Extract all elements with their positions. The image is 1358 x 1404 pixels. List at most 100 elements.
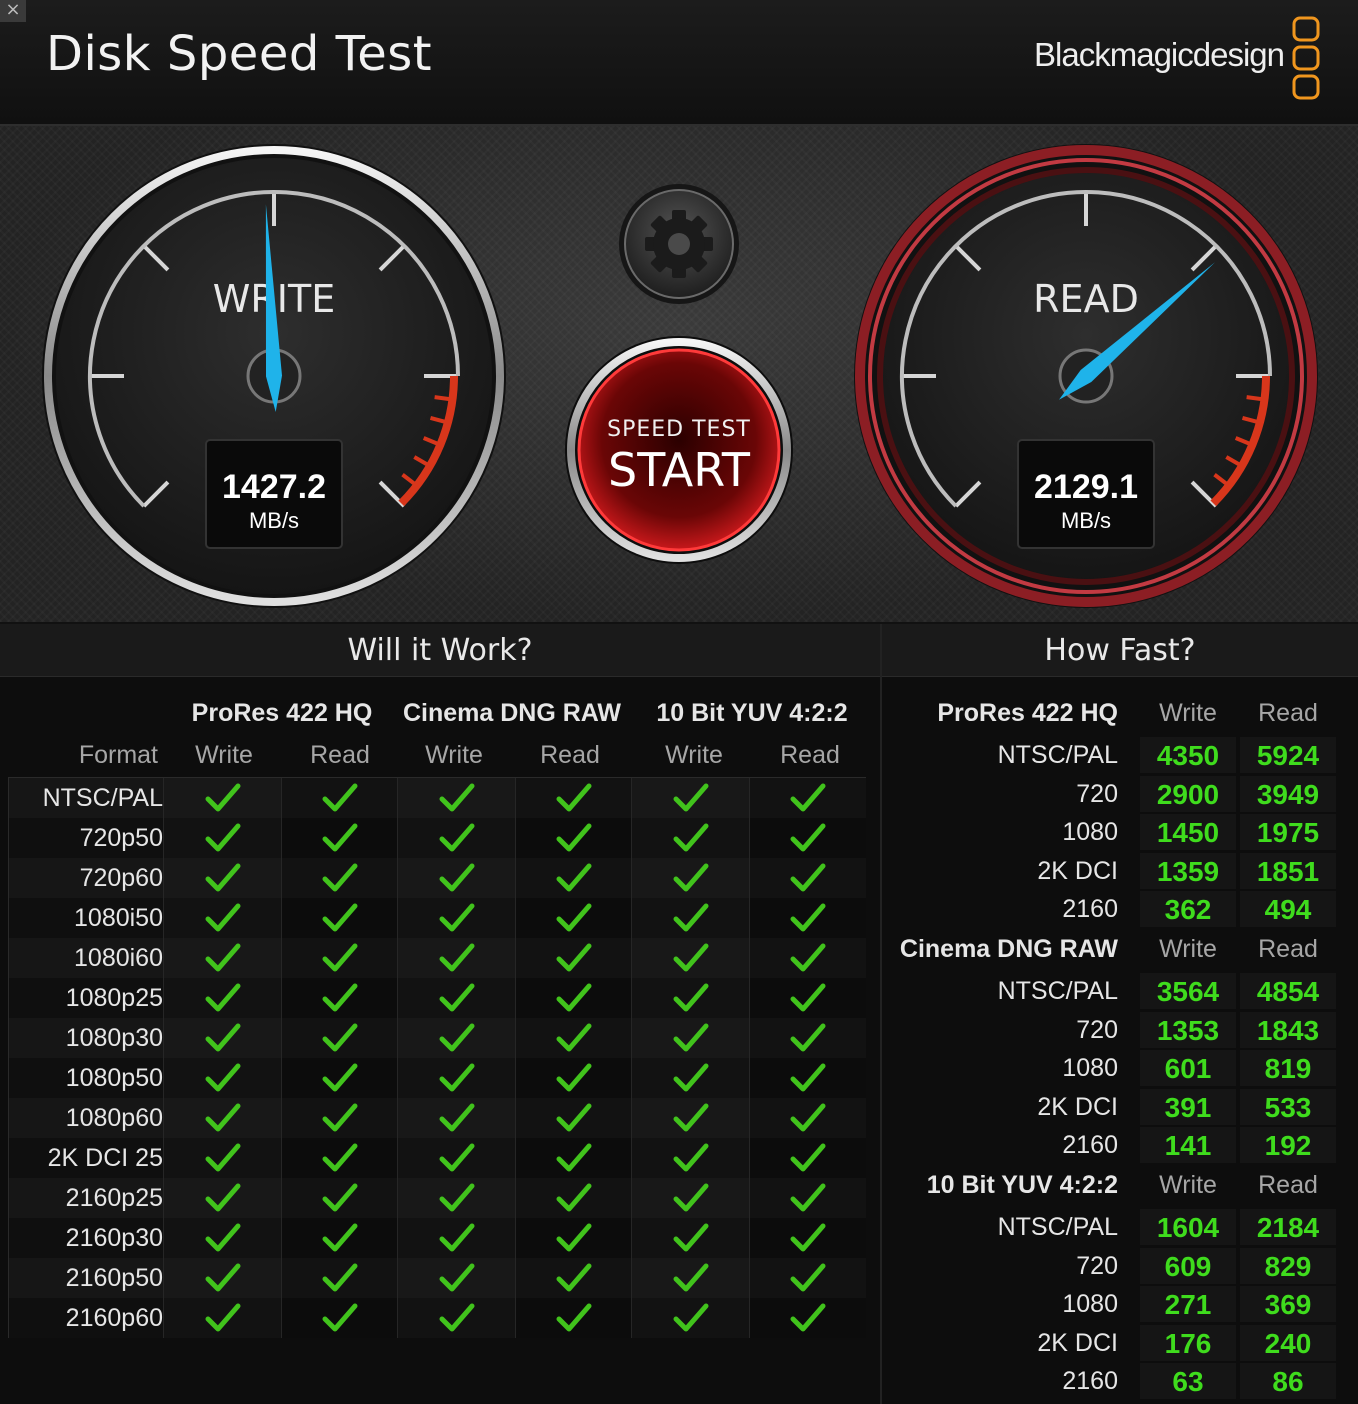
hf-row-label: NTSC/PAL xyxy=(997,1213,1118,1241)
check-icon xyxy=(439,903,475,932)
check-icon xyxy=(790,783,826,812)
check-icon xyxy=(673,983,709,1012)
format-label: 2K DCI 25 xyxy=(47,1144,163,1172)
hf-read-value: 1975 xyxy=(1240,814,1336,850)
ww-group-cdng: Cinema DNG RAW xyxy=(402,699,622,727)
settings-button[interactable] xyxy=(619,184,739,304)
table-row: 2160p50 xyxy=(9,1258,866,1298)
format-label: 720p60 xyxy=(79,864,163,892)
hf-read-value: 1851 xyxy=(1240,852,1336,889)
compat-cell xyxy=(631,978,750,1018)
check-icon xyxy=(556,1143,592,1172)
check-icon xyxy=(790,863,826,892)
compat-cell xyxy=(515,1058,632,1098)
ww-yuv-write-header: Write xyxy=(665,741,723,769)
check-icon xyxy=(673,1063,709,1092)
check-icon xyxy=(322,1103,358,1132)
check-icon xyxy=(439,1303,475,1332)
read-speed-unit: MB/s xyxy=(1061,508,1111,533)
check-icon xyxy=(790,823,826,852)
compat-cell xyxy=(515,1298,632,1338)
hf-row-label: 2K DCI xyxy=(1037,1092,1118,1121)
compat-cell xyxy=(631,1298,750,1338)
check-icon xyxy=(439,983,475,1012)
check-icon xyxy=(556,1183,592,1212)
check-icon xyxy=(322,863,358,892)
compat-cell xyxy=(397,1218,516,1258)
check-icon xyxy=(790,1063,826,1092)
check-icon xyxy=(673,863,709,892)
check-icon xyxy=(205,903,241,932)
compat-cell xyxy=(163,818,282,858)
compat-cell xyxy=(163,1298,282,1338)
app-title: Disk Speed Test xyxy=(46,26,433,82)
check-icon xyxy=(673,1143,709,1172)
compat-cell xyxy=(749,818,866,858)
compat-cell xyxy=(397,978,516,1018)
compat-cell xyxy=(749,1098,866,1138)
start-button-label: START xyxy=(608,443,751,497)
hf-read-header: Read xyxy=(1258,699,1318,727)
how-fast-header: How Fast? xyxy=(882,624,1358,677)
close-button[interactable]: × xyxy=(0,0,26,22)
brand-name: Blackmagicdesign xyxy=(1034,36,1285,73)
compat-cell xyxy=(631,1018,750,1058)
check-icon xyxy=(205,943,241,972)
hf-write-value: 1450 xyxy=(1140,814,1236,850)
hf-row-label: NTSC/PAL xyxy=(997,977,1118,1005)
hf-write-header: Write xyxy=(1159,935,1217,963)
check-icon xyxy=(673,823,709,852)
table-row: 1080p60 xyxy=(9,1098,866,1138)
compat-cell xyxy=(397,818,516,858)
compat-cell xyxy=(397,1298,516,1338)
ww-yuv-read-header: Read xyxy=(780,741,840,769)
check-icon xyxy=(205,1063,241,1092)
hf-read-value: 1843 xyxy=(1240,1011,1336,1048)
compat-cell xyxy=(749,1138,866,1178)
write-speed-value: 1427.2 xyxy=(222,468,326,506)
compat-cell xyxy=(515,1098,632,1138)
ww-cdng-read-header: Read xyxy=(540,741,600,769)
hf-read-value: 4854 xyxy=(1240,973,1336,1009)
compatibility-table: NTSC/PAL 720p50 720p60 1080i50 1080i60 1080p2… xyxy=(8,777,866,1338)
table-row: 1080p25 xyxy=(9,978,866,1018)
hf-group-title: ProRes 422 HQ xyxy=(937,699,1118,727)
check-icon xyxy=(205,863,241,892)
compat-cell xyxy=(281,1098,398,1138)
check-icon xyxy=(322,1183,358,1212)
hf-write-value: 63 xyxy=(1140,1363,1236,1399)
hf-read-value: 369 xyxy=(1240,1286,1336,1322)
hf-write-value: 391 xyxy=(1140,1088,1236,1125)
compat-cell xyxy=(397,1178,516,1218)
table-row: 2160p25 xyxy=(9,1178,866,1218)
check-icon xyxy=(673,1263,709,1292)
compat-cell xyxy=(397,1018,516,1058)
compat-cell xyxy=(163,978,282,1018)
check-icon xyxy=(439,1063,475,1092)
hf-row-label: 1080 xyxy=(1062,818,1118,846)
hf-write-value: 609 xyxy=(1140,1247,1236,1284)
will-it-work-header: Will it Work? xyxy=(0,624,880,677)
check-icon xyxy=(556,903,592,932)
compat-cell xyxy=(163,938,282,978)
start-button[interactable]: SPEED TEST START xyxy=(565,336,793,564)
gear-icon xyxy=(645,210,713,278)
compat-cell xyxy=(515,938,632,978)
compat-cell xyxy=(281,858,398,898)
check-icon xyxy=(205,983,241,1012)
hf-group-title: Cinema DNG RAW xyxy=(899,935,1118,963)
hf-write-value: 601 xyxy=(1140,1050,1236,1086)
check-icon xyxy=(322,1143,358,1172)
check-icon xyxy=(205,1143,241,1172)
check-icon xyxy=(322,1263,358,1292)
gauge-panel: WRITE 1427.2 MB/s READ 2129.1 MB/s xyxy=(0,126,1358,624)
check-icon xyxy=(439,783,475,812)
check-icon xyxy=(205,1183,241,1212)
table-row: 720p50 xyxy=(9,818,866,858)
check-icon xyxy=(556,983,592,1012)
format-label: 720p50 xyxy=(79,824,163,852)
table-row: 2160p30 xyxy=(9,1218,866,1258)
check-icon xyxy=(322,943,358,972)
check-icon xyxy=(439,1143,475,1172)
format-label: 2160p25 xyxy=(65,1184,163,1212)
